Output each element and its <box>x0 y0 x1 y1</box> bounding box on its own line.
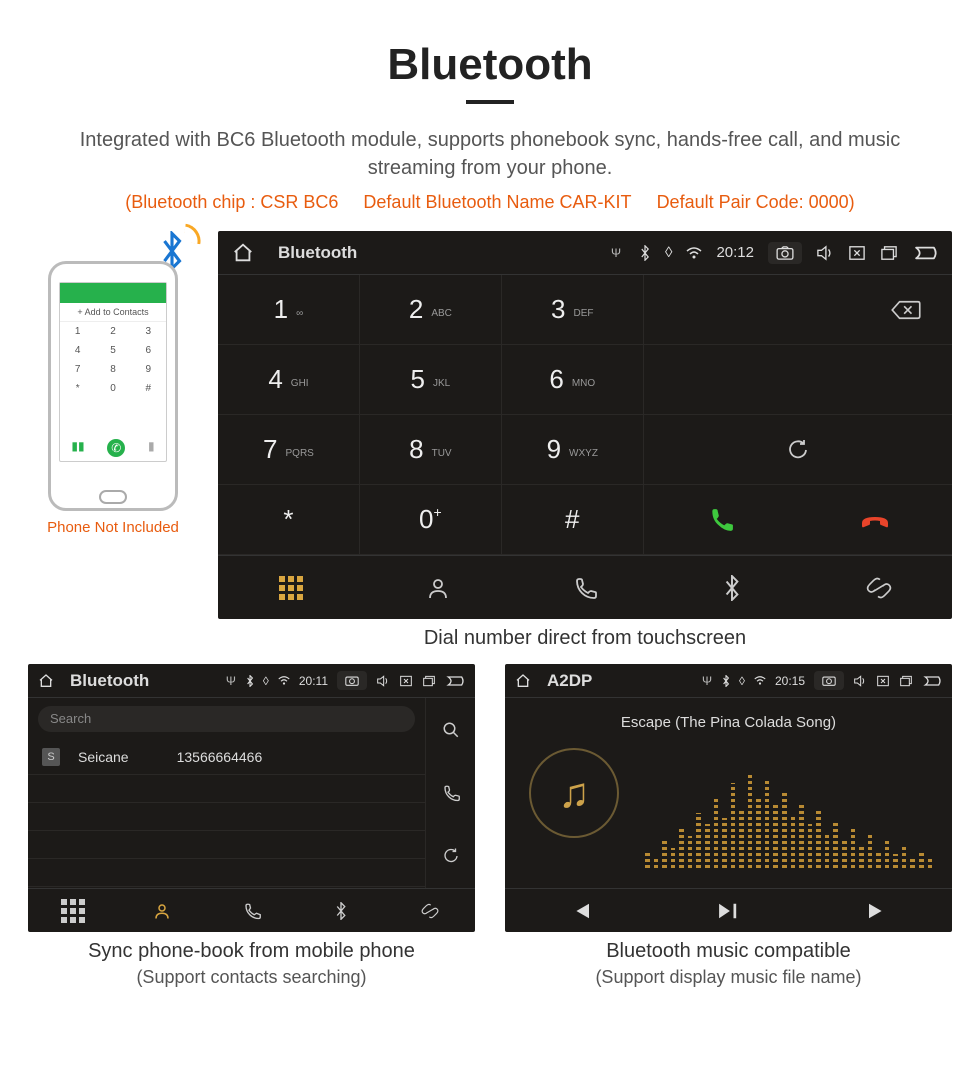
key-0[interactable]: 0+ <box>360 485 502 555</box>
search-input[interactable]: Search <box>38 706 415 732</box>
volume-icon[interactable] <box>816 245 834 261</box>
add-contacts-label: + Add to Contacts <box>60 303 166 322</box>
location-icon: ◊ <box>739 674 745 688</box>
back-icon[interactable] <box>922 675 942 687</box>
phonebook-subcaption: (Support contacts searching) <box>28 967 475 988</box>
camera-icon[interactable] <box>768 242 802 264</box>
key-9[interactable]: 9WXYZ <box>502 415 644 485</box>
a2dp-panel: A2DP Ψ ◊ 20:15 Escape (Th <box>505 664 952 932</box>
tab-keypad[interactable] <box>218 556 365 619</box>
refresh-button[interactable] <box>644 415 952 485</box>
tab-contacts[interactable] <box>365 556 512 619</box>
wifi-icon <box>686 247 702 259</box>
dialer-headunit: Bluetooth Ψ ◊ 20:12 <box>218 231 952 619</box>
contact-row[interactable]: S Seicane 13566664466 <box>28 740 425 775</box>
prev-track-button[interactable] <box>505 889 654 932</box>
tab-bluetooth[interactable] <box>658 556 805 619</box>
recent-apps-icon[interactable] <box>899 675 913 687</box>
recent-apps-icon[interactable] <box>880 245 898 261</box>
tab-link[interactable] <box>805 556 952 619</box>
call-button[interactable] <box>644 507 798 533</box>
usb-icon: Ψ <box>702 674 712 688</box>
contact-name: Seicane <box>78 749 129 765</box>
key-8[interactable]: 8TUV <box>360 415 502 485</box>
key-2[interactable]: 2ABC <box>360 275 502 345</box>
tab-link[interactable] <box>386 889 475 932</box>
key-3[interactable]: 3DEF <box>502 275 644 345</box>
contact-number: 13566664466 <box>177 749 263 765</box>
hangup-button[interactable] <box>798 510 952 530</box>
status-title: A2DP <box>547 671 592 691</box>
tab-keypad[interactable] <box>28 889 117 932</box>
location-icon: ◊ <box>263 674 269 688</box>
album-art: ♫ <box>529 748 619 838</box>
bluetooth-status-icon <box>639 245 651 261</box>
sync-icon[interactable] <box>426 825 475 888</box>
camera-icon[interactable] <box>814 671 844 690</box>
phone-mockup: + Add to Contacts 123 456 789 *0# ▮▮ ✆ ▮ <box>48 261 178 511</box>
home-icon[interactable] <box>38 673 54 689</box>
dial-icon[interactable] <box>426 761 475 824</box>
tab-contacts[interactable] <box>117 889 206 932</box>
phonebook-caption: Sync phone-book from mobile phone <box>28 940 475 963</box>
clock-time: 20:12 <box>716 244 754 261</box>
empty-cell <box>644 345 952 415</box>
a2dp-caption: Bluetooth music compatible <box>505 940 952 963</box>
status-title: Bluetooth <box>70 671 149 691</box>
phone-note: Phone Not Included <box>28 519 198 536</box>
recent-apps-icon[interactable] <box>422 675 436 687</box>
title-underline <box>466 100 514 104</box>
key-6[interactable]: 6MNO <box>502 345 644 415</box>
volume-icon[interactable] <box>376 675 390 687</box>
key-*[interactable]: * <box>218 485 360 555</box>
usb-icon: Ψ <box>226 674 236 688</box>
next-track-button[interactable] <box>803 889 952 932</box>
page-description: Integrated with BC6 Bluetooth module, su… <box>60 126 920 182</box>
key-5[interactable]: 5JKL <box>360 345 502 415</box>
close-app-icon[interactable] <box>848 245 866 261</box>
search-icon[interactable] <box>426 698 475 761</box>
key-#[interactable]: # <box>502 485 644 555</box>
wifi-icon <box>278 676 290 685</box>
specs-line: (Bluetooth chip : CSR BC6 Default Blueto… <box>28 192 952 213</box>
bluetooth-status-icon <box>246 675 254 687</box>
back-icon[interactable] <box>445 675 465 687</box>
clock-time: 20:11 <box>299 674 328 688</box>
key-1[interactable]: 1∞ <box>218 275 360 345</box>
close-app-icon[interactable] <box>399 675 413 687</box>
back-icon[interactable] <box>912 245 938 261</box>
tab-bluetooth[interactable] <box>296 889 385 932</box>
tab-recents[interactable] <box>512 556 659 619</box>
contact-badge: S <box>42 748 60 766</box>
play-pause-button[interactable] <box>654 889 803 932</box>
tab-recents[interactable] <box>207 889 296 932</box>
page-title: Bluetooth <box>28 40 952 90</box>
phonebook-panel: Bluetooth Ψ ◊ 20:11 <box>28 664 475 932</box>
clock-time: 20:15 <box>775 674 805 688</box>
close-app-icon[interactable] <box>876 675 890 687</box>
equalizer-visual <box>645 768 932 868</box>
key-4[interactable]: 4GHI <box>218 345 360 415</box>
home-icon[interactable] <box>515 673 531 689</box>
track-title: Escape (The Pina Colada Song) <box>525 714 932 731</box>
home-icon[interactable] <box>232 242 254 264</box>
camera-icon[interactable] <box>337 671 367 690</box>
wifi-icon <box>754 676 766 685</box>
key-7[interactable]: 7PQRS <box>218 415 360 485</box>
backspace-button[interactable] <box>644 275 952 345</box>
a2dp-subcaption: (Support display music file name) <box>505 967 952 988</box>
location-icon: ◊ <box>665 244 672 261</box>
status-title: Bluetooth <box>278 243 357 263</box>
dialer-caption: Dial number direct from touchscreen <box>218 627 952 650</box>
bluetooth-status-icon <box>722 675 730 687</box>
usb-icon: Ψ <box>611 246 621 260</box>
volume-icon[interactable] <box>853 675 867 687</box>
